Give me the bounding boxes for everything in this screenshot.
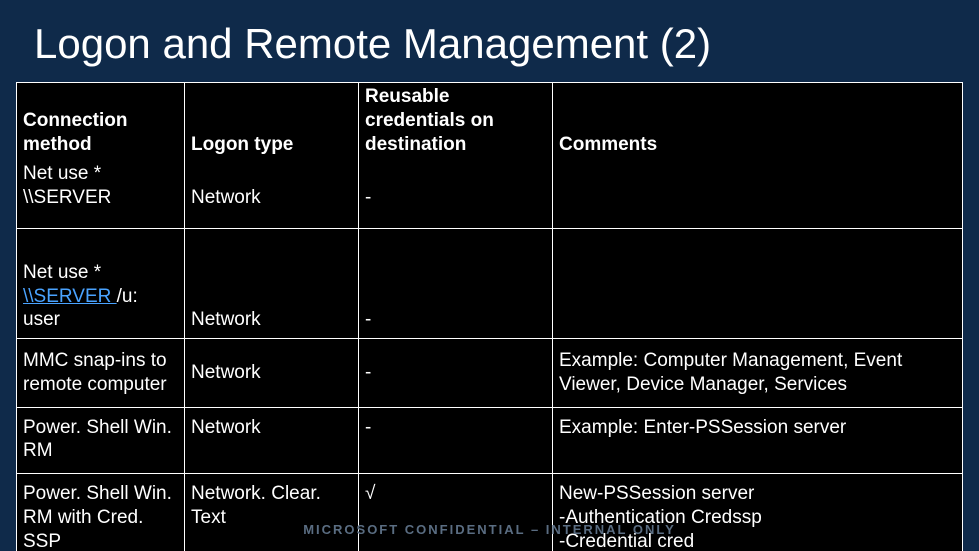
cell-reusable-credentials: - [359, 228, 553, 338]
cell-comments: Example: Computer Management, Event View… [553, 339, 963, 408]
table-body: Net use * \\SERVERNetwork-Net use * \\SE… [17, 160, 963, 551]
cell-connection-method: Power. Shell Win. RM with Cred. SSP [17, 474, 185, 551]
cell-reusable-credentials: - [359, 407, 553, 474]
cell-comments: Example: Enter-PSSession server [553, 407, 963, 474]
cell-reusable-credentials: √ [359, 474, 553, 551]
table-row: Net use * \\SERVER /u: userNetwork- [17, 228, 963, 338]
cell-reusable-credentials: - [359, 339, 553, 408]
cell-logon-type: Network [185, 160, 359, 228]
cell-comments: New-PSSession server -Authentication Cre… [553, 474, 963, 551]
cell-connection-method: MMC snap-ins to remote computer [17, 339, 185, 408]
connection-text: Power. Shell Win. RM [23, 417, 172, 462]
cell-logon-type: Network [185, 407, 359, 474]
connection-text: Power. Shell Win. RM with Cred. SSP [23, 483, 172, 551]
cell-logon-type: Network [185, 339, 359, 408]
header-comments: Comments [553, 83, 963, 161]
connection-text: Net use * [23, 163, 101, 184]
table-row: Power. Shell Win. RM Network-Example: Ent… [17, 407, 963, 474]
cell-connection-method: Net use * \\SERVER [17, 160, 185, 228]
logon-table-container: Connection method Logon type Reusable cr… [16, 82, 963, 551]
cell-logon-type: Network [185, 228, 359, 338]
footer-confidential: MICROSOFT CONFIDENTIAL – INTERNAL ONLY [0, 522, 979, 537]
cell-comments [553, 160, 963, 228]
table-row: MMC snap-ins to remote computer Network-E… [17, 339, 963, 408]
logon-table: Connection method Logon type Reusable cr… [16, 82, 963, 551]
cell-reusable-credentials: - [359, 160, 553, 228]
slide-title: Logon and Remote Management (2) [0, 0, 979, 82]
table-row: Power. Shell Win. RM with Cred. SSPNetwo… [17, 474, 963, 551]
server-link[interactable]: \\SERVER [23, 286, 117, 307]
connection-text: \\SERVER [23, 187, 111, 208]
cell-comments [553, 228, 963, 338]
cell-connection-method: Power. Shell Win. RM [17, 407, 185, 474]
header-logon-type: Logon type [185, 83, 359, 161]
header-reusable-credentials: Reusable credentials on destination [359, 83, 553, 161]
connection-text: MMC snap-ins to remote computer [23, 350, 167, 395]
connection-text: Net use * [23, 262, 101, 283]
cell-logon-type: Network. Clear. Text [185, 474, 359, 551]
header-connection-method: Connection method [17, 83, 185, 161]
cell-connection-method: Net use * \\SERVER /u: user [17, 228, 185, 338]
table-row: Net use * \\SERVERNetwork- [17, 160, 963, 228]
